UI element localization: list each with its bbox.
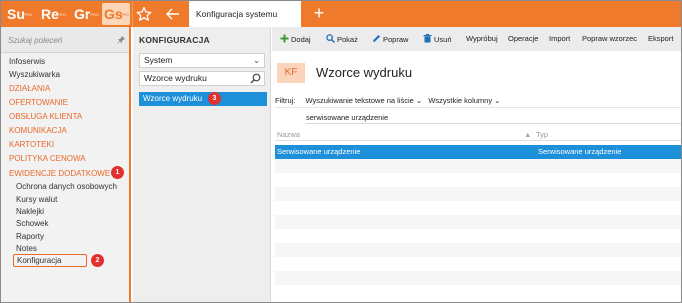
cell-type: Serwisowane urządzenie: [538, 147, 622, 156]
empty-row: [275, 159, 681, 173]
divider: [275, 140, 681, 141]
app-gr-button[interactable]: Gr PRO: [72, 3, 100, 25]
chevron-down-icon: ⌄: [253, 56, 260, 65]
add-button-label: Dodaj: [291, 35, 311, 44]
edit-template-button[interactable]: Popraw wzorzec: [582, 34, 637, 43]
trash-icon: [423, 34, 432, 43]
search-icon[interactable]: [250, 73, 261, 84]
filter-mode-value: Wyszukiwanie tekstowe na liście: [305, 96, 414, 105]
filter-label: Filtruj:: [275, 96, 296, 105]
app-gr-badge: PRO: [90, 12, 99, 17]
empty-row: [275, 243, 681, 257]
window: Su PRO Re PRO Gr PRO Gs PRO Konfiguracja sys…: [0, 0, 682, 303]
nav-wyszukiwarka[interactable]: Wyszukiwarka: [9, 70, 60, 79]
chevron-down-icon: ⌄: [415, 96, 423, 105]
empty-row: [275, 229, 681, 243]
operations-button[interactable]: Operacje: [508, 34, 538, 43]
nav-sub-konfiguracja[interactable]: Konfiguracja: [13, 254, 87, 267]
nav-ofertowanie[interactable]: OFERTOWANIE: [9, 98, 68, 107]
app-gs-badge: PRO: [120, 12, 129, 17]
nav-kartoteki[interactable]: KARTOTEKI: [9, 140, 54, 149]
app-gr-label: Gr: [74, 6, 91, 22]
table-row[interactable]: Serwisowane urządzenie Serwisowane urząd…: [275, 145, 681, 159]
import-button[interactable]: Import: [549, 34, 570, 43]
tab-konfiguracja-systemu[interactable]: Konfiguracja systemu: [189, 1, 301, 27]
column-header-type[interactable]: Typ: [536, 130, 548, 139]
cell-name: Serwisowane urządzenie: [277, 147, 361, 156]
app-gs-button[interactable]: Gs PRO: [102, 3, 130, 25]
sidebar-search[interactable]: Szukaj poleceń: [1, 27, 129, 53]
main-area: Dodaj Pokaż Popraw Usuń Wypróbuj Operacj…: [272, 27, 681, 302]
plus-icon: [280, 34, 289, 43]
sidebar-search-input[interactable]: Szukaj poleceń: [8, 36, 62, 45]
module-tile: KF: [277, 63, 305, 83]
toolbar: Dodaj Pokaż Popraw Usuń Wypróbuj Operacj…: [272, 27, 681, 51]
edit-button-label: Popraw: [383, 35, 409, 44]
empty-row: [275, 187, 681, 201]
nav-sub-naklejki[interactable]: Naklejki: [16, 207, 44, 216]
app-su-label: Su: [7, 6, 25, 22]
top-bar: Su PRO Re PRO Gr PRO Gs PRO Konfiguracja sys…: [1, 1, 681, 27]
nav-sub-notes[interactable]: Notes: [16, 244, 37, 253]
nav-infoserwis[interactable]: Infoserwis: [9, 57, 45, 66]
nav-dzialania[interactable]: DZIAŁANIA: [9, 84, 50, 93]
config-panel-title: KONFIGURACJA: [139, 35, 210, 45]
pin-icon[interactable]: [117, 36, 125, 44]
empty-row: [275, 215, 681, 229]
app-su-badge: PRO: [23, 12, 32, 17]
add-tab-button[interactable]: +: [310, 4, 328, 22]
system-select-value: System: [144, 55, 173, 65]
magnifier-icon: [326, 34, 335, 43]
nav-komunikacja[interactable]: KOMUNIKACJA: [9, 126, 67, 135]
edit-button[interactable]: Popraw: [372, 34, 408, 44]
step-badge-3: 3: [208, 92, 221, 105]
chevron-down-icon: ⌄: [494, 96, 501, 105]
app-re-label: Re: [41, 6, 59, 22]
show-button-label: Pokaż: [337, 35, 358, 44]
show-button[interactable]: Pokaż: [326, 34, 358, 44]
sidebar: Szukaj poleceń Infoserwis Wyszukiwarka D…: [1, 27, 131, 302]
nav-sub-schowek[interactable]: Schowek: [16, 219, 48, 228]
empty-row: [275, 201, 681, 215]
app-re-badge: PRO: [57, 12, 66, 17]
app-su-button[interactable]: Su PRO: [5, 3, 33, 25]
filter-row: Filtruj: Wyszukiwanie tekstowe na liście…: [275, 96, 500, 105]
export-button[interactable]: Eksport: [648, 34, 673, 43]
column-header-name[interactable]: Nazwa: [277, 130, 300, 139]
nav-obsluga-klienta[interactable]: OBSŁUGA KLIENTA: [9, 112, 82, 121]
app-re-button[interactable]: Re PRO: [39, 3, 67, 25]
delete-button[interactable]: Usuń: [423, 34, 452, 44]
nav-ewidencje-dodatkowe[interactable]: EWIDENCJE DODATKOWE: [9, 169, 110, 178]
page-title: Wzorce wydruku: [316, 65, 413, 80]
empty-row: [275, 285, 681, 299]
config-search-value: Wzorce wydruku: [144, 73, 207, 83]
step-badge-1: 1: [111, 166, 124, 179]
delete-button-label: Usuń: [434, 35, 452, 44]
add-button[interactable]: Dodaj: [280, 34, 311, 44]
sort-asc-icon[interactable]: ▲: [524, 130, 531, 139]
filter-columns-select[interactable]: Wszystkie kolumny ⌄: [428, 96, 500, 105]
empty-row: [275, 173, 681, 187]
nav-polityka-cenowa[interactable]: POLITYKA CENOWA: [9, 154, 86, 163]
topbar-divider: [132, 1, 133, 27]
divider: [275, 107, 681, 108]
filter-columns-value: Wszystkie kolumny: [428, 96, 493, 105]
step-badge-2: 2: [91, 254, 104, 267]
pencil-icon: [373, 35, 380, 42]
nav-sub-kursy-walut[interactable]: Kursy walut: [16, 195, 57, 204]
star-icon[interactable]: [135, 5, 153, 23]
config-search-input[interactable]: Wzorce wydruku: [139, 71, 265, 86]
back-arrow-icon[interactable]: [164, 5, 182, 23]
config-item-wzorce-wydruku[interactable]: Wzorce wydruku: [139, 92, 267, 106]
filter-mode-select[interactable]: Wyszukiwanie tekstowe na liście ⌄: [306, 96, 423, 105]
nav-sub-raporty[interactable]: Raporty: [16, 232, 44, 241]
try-button[interactable]: Wypróbuj: [466, 34, 498, 43]
nav-sub-ochrona-danych[interactable]: Ochrona danych osobowych: [16, 182, 117, 191]
config-panel: KONFIGURACJA System ⌄ Wzorce wydruku Wzo…: [133, 27, 271, 302]
empty-row: [275, 257, 681, 271]
filter-input[interactable]: serwisowane urządzenie: [306, 111, 681, 124]
system-select[interactable]: System ⌄: [139, 53, 265, 68]
empty-row: [275, 271, 681, 285]
